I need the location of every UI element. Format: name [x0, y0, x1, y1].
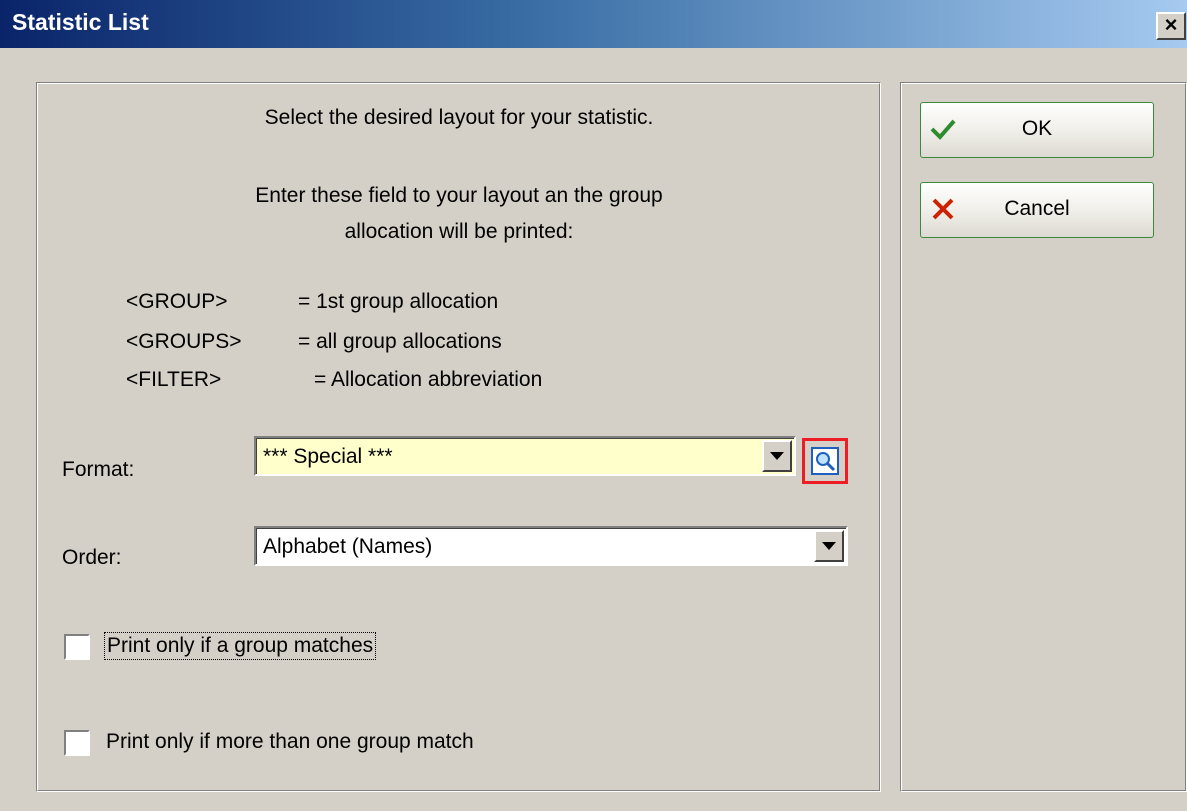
- format-label: Format:: [62, 458, 135, 481]
- chevron-down-icon[interactable]: [814, 530, 844, 562]
- format-select-value: *** Special ***: [256, 438, 794, 474]
- dialog-body: Select the desired layout for your stati…: [0, 48, 1187, 811]
- group-matches-checkbox[interactable]: [64, 634, 90, 660]
- cancel-button-label: Cancel: [1004, 197, 1070, 220]
- variable-filter: <FILTER>: [126, 368, 222, 391]
- multiple-match-checkbox[interactable]: [64, 730, 90, 756]
- variable-group: <GROUP>: [126, 290, 228, 313]
- order-select[interactable]: Alphabet (Names): [254, 526, 848, 566]
- title-bar[interactable]: Statistic List ×: [0, 0, 1187, 48]
- order-label: Order:: [62, 546, 122, 569]
- instruction-line-3: allocation will be printed:: [344, 220, 574, 243]
- order-select-value: Alphabet (Names): [256, 528, 846, 564]
- instruction-line-1: Select the desired layout for your stati…: [264, 106, 654, 129]
- variable-filter-desc: = Allocation abbreviation: [314, 368, 543, 391]
- multiple-match-label[interactable]: Print only if more than one group match: [106, 730, 474, 754]
- variable-group-desc: = 1st group allocation: [298, 290, 499, 313]
- variable-groups: <GROUPS>: [126, 330, 242, 353]
- ok-button[interactable]: OK: [920, 102, 1154, 158]
- close-button[interactable]: ×: [1156, 12, 1186, 40]
- magnifier-icon: [811, 447, 839, 475]
- format-preview-button[interactable]: [802, 438, 848, 484]
- close-icon: ×: [1164, 12, 1178, 37]
- variable-groups-desc: = all group allocations: [298, 330, 502, 353]
- ok-button-label: OK: [1021, 117, 1053, 140]
- group-matches-label[interactable]: Print only if a group matches: [104, 632, 377, 660]
- window-title: Statistic List: [12, 9, 149, 35]
- instruction-line-2: Enter these field to your layout an the …: [255, 184, 663, 207]
- chevron-down-icon[interactable]: [762, 440, 792, 472]
- format-select[interactable]: *** Special ***: [254, 436, 796, 476]
- cancel-button[interactable]: Cancel: [920, 182, 1154, 238]
